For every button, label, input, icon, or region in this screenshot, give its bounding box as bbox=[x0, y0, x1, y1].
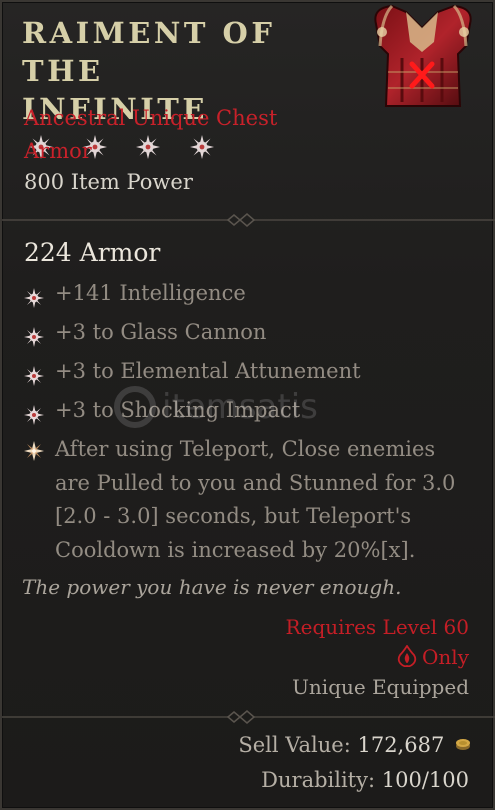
unique-aspect: After using Teleport, Close enemies are … bbox=[24, 433, 474, 567]
sorcerer-class-icon bbox=[397, 645, 417, 667]
affix-text: +141 Intelligence bbox=[55, 281, 246, 305]
aspect-line: [2.0 - 3.0] seconds, but Teleport's bbox=[55, 504, 412, 528]
item-power: 800 Item Power bbox=[24, 170, 193, 194]
class-requirement: Only bbox=[396, 645, 469, 669]
affix-text: +3 to Elemental Attunement bbox=[55, 359, 361, 383]
armor-value: 224 Armor bbox=[24, 238, 161, 267]
durability-value: 100/100 bbox=[381, 768, 469, 792]
sell-value-label: Sell Value: bbox=[238, 733, 351, 757]
aspect-text: After using Teleport, Close enemies are … bbox=[55, 433, 475, 567]
chest-armor-icon bbox=[374, 4, 472, 107]
sell-value-amount: 172,687 bbox=[357, 733, 445, 757]
item-name-line1: RAIMENT OF THE bbox=[22, 16, 276, 88]
unique-aspect-star-icon bbox=[24, 441, 44, 461]
greater-affix-star-icon bbox=[24, 366, 44, 386]
aspect-line: After using Teleport, Close enemies bbox=[55, 437, 436, 461]
durability: Durability: 100/100 bbox=[261, 768, 469, 792]
ornament-divider bbox=[2, 213, 495, 227]
unique-equipped: Unique Equipped bbox=[292, 675, 469, 699]
sell-value: Sell Value: 172,687 bbox=[238, 733, 471, 757]
durability-label: Durability: bbox=[261, 768, 376, 792]
aspect-line: Cooldown is increased by 20%[x]. bbox=[55, 537, 416, 562]
ornament-divider bbox=[2, 710, 495, 724]
item-type: Ancestral Unique Chest Armor bbox=[24, 102, 324, 168]
aspect-line: are Pulled to you and Stunned for 3.0 bbox=[55, 470, 456, 495]
flavor-text: The power you have is never enough. bbox=[22, 575, 402, 599]
affix-text: +3 to Shocking Impact bbox=[55, 398, 301, 422]
affix-text: +3 to Glass Cannon bbox=[55, 320, 267, 344]
class-requirement-text: Only bbox=[422, 645, 469, 669]
greater-affix-star-icon bbox=[24, 327, 44, 347]
item-tooltip: RAIMENT OF THE INFINITE Ancestral Unique… bbox=[0, 0, 495, 810]
item-type-line2: Armor bbox=[24, 139, 92, 163]
item-type-line1: Ancestral Unique Chest bbox=[24, 106, 278, 130]
greater-affix-star-icon bbox=[24, 405, 44, 425]
required-level: Requires Level 60 bbox=[285, 615, 469, 639]
greater-affix-star-icon bbox=[24, 288, 44, 308]
gold-coin-icon bbox=[456, 739, 470, 750]
